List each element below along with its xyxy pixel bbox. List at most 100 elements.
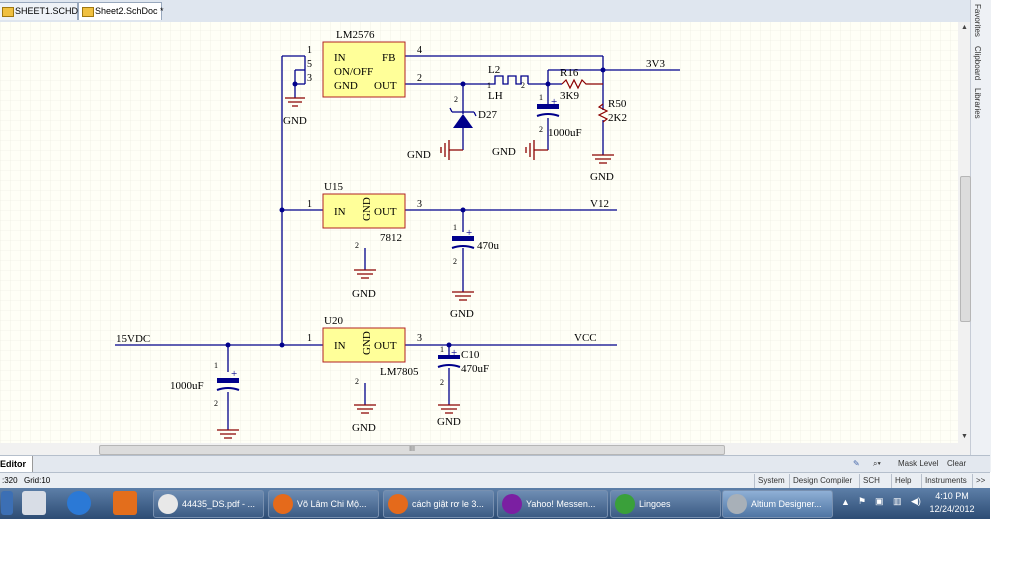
pin-label-gnd: GND — [361, 331, 373, 355]
scroll-down-icon[interactable]: ▼ — [961, 433, 968, 440]
firefox-icon — [273, 494, 293, 514]
component-value: 7812 — [380, 232, 402, 244]
pin-number: 2 — [214, 399, 218, 408]
firefox-icon — [388, 494, 408, 514]
tab-sheet1[interactable]: SHEET1.SCHDOC — [0, 2, 92, 20]
gnd-label: GND — [352, 422, 376, 434]
windows-taskbar: 44435_DS.pdf - ... Võ Lâm Chi Mộ... cách… — [0, 488, 990, 519]
schdoc-icon — [2, 7, 14, 17]
filter-icon[interactable]: ⌕▾ — [873, 458, 881, 470]
libraries-panel-tab[interactable]: Libraries — [973, 88, 982, 119]
pin-label-out: OUT — [374, 80, 397, 92]
pin-number: 1 — [307, 45, 312, 56]
gnd-label: GND — [283, 115, 307, 127]
pin-number: 5 — [307, 59, 312, 70]
clipboard-panel-tab[interactable]: Clipboard — [973, 46, 982, 80]
pin-number: 2 — [417, 73, 422, 84]
scroll-up-icon[interactable]: ▲ — [961, 24, 968, 31]
component-ref: R50 — [608, 98, 627, 110]
design-compiler-button[interactable]: Design Compiler — [789, 474, 852, 488]
internet-explorer-icon[interactable] — [67, 491, 91, 515]
instruments-button[interactable]: Instruments — [921, 474, 967, 488]
lingoes-icon — [615, 494, 635, 514]
pin-number: 1 — [440, 345, 444, 354]
pin-label-in: IN — [334, 52, 346, 64]
gnd-label: GND — [437, 416, 461, 428]
gnd-label: GND — [407, 149, 431, 161]
media-player-icon[interactable] — [113, 491, 137, 515]
gnd-label: GND — [352, 288, 376, 300]
pin-label-out: OUT — [374, 340, 397, 352]
favorites-panel-tab[interactable]: Favorites — [973, 4, 982, 37]
taskbar-app-lingoes[interactable]: Lingoes — [610, 490, 721, 518]
network-icon[interactable]: ▥ — [893, 496, 902, 507]
net-label-vcc: VCC — [574, 332, 597, 344]
net-label-3v3: 3V3 — [646, 58, 665, 70]
component-value: LH — [488, 90, 503, 102]
schdoc-icon — [82, 7, 94, 17]
start-orb-icon[interactable] — [1, 491, 13, 515]
component-ref: R16 — [560, 67, 579, 79]
clear-button[interactable]: Clear — [947, 458, 966, 470]
tab-label: Sheet2.SchDoc * — [95, 6, 164, 16]
status-bar: :320 Grid:10 System Design Compiler SCH … — [0, 472, 990, 489]
pin-number: 2 — [440, 378, 444, 387]
pin-number: 1 — [214, 361, 218, 370]
schematic-sheet[interactable]: IN ON/OFF GND FB OUT LM2576 1 5 3 4 2 L2… — [0, 22, 958, 443]
polarity-plus: + — [551, 96, 557, 108]
polarity-plus: + — [451, 347, 457, 359]
editor-tab[interactable]: Editor — [0, 456, 33, 472]
pin-label-fb: FB — [382, 52, 395, 64]
pin-number: 1 — [307, 199, 312, 210]
system-clock[interactable]: 4:10 PM 12/24/2012 — [925, 490, 979, 516]
component-value: 1000uF — [548, 127, 582, 139]
sch-button[interactable]: SCH — [859, 474, 880, 488]
net-label-v12: V12 — [590, 198, 609, 210]
explorer-icon[interactable] — [22, 491, 46, 515]
tab-sheet2[interactable]: Sheet2.SchDoc * — [78, 2, 164, 20]
taskbar-app-yahoo[interactable]: Yahoo! Messen... — [497, 490, 608, 518]
gnd-label: GND — [450, 308, 474, 320]
pin-label-onoff: ON/OFF — [334, 66, 373, 78]
component-ref: LM2576 — [336, 29, 375, 41]
action-center-flag-icon[interactable]: ⚑ — [858, 496, 866, 507]
gnd-label: GND — [590, 171, 614, 183]
horizontal-scroll-thumb[interactable]: III — [99, 445, 725, 455]
grid-size: Grid:10 — [24, 476, 51, 485]
component-ref: D27 — [478, 109, 497, 121]
system-button[interactable]: System — [754, 474, 785, 488]
pin-number: 1 — [307, 333, 312, 344]
polarity-plus: + — [231, 368, 237, 380]
taskbar-app-pdf[interactable]: 44435_DS.pdf - ... — [153, 490, 264, 518]
component-value: 1000uF — [170, 380, 204, 392]
sheet-grid — [0, 22, 958, 443]
taskbar-app-firefox-2[interactable]: cách giật rơ le 3... — [383, 490, 494, 518]
pin-label-gnd: GND — [334, 80, 358, 92]
pin-number: 3 — [417, 333, 422, 344]
clock-time: 4:10 PM — [935, 491, 969, 501]
component-value: LM7805 — [380, 366, 419, 378]
clock-date: 12/24/2012 — [929, 504, 975, 514]
pin-label-gnd: GND — [361, 197, 373, 221]
pin-number: 2 — [355, 377, 359, 386]
volume-icon[interactable]: ◀) — [911, 496, 921, 507]
component-value: 3K9 — [560, 90, 579, 102]
mask-level-button[interactable]: Mask Level — [898, 458, 938, 470]
help-button[interactable]: Help — [891, 474, 911, 488]
pin-number: 3 — [307, 73, 312, 84]
tray-app-icon[interactable]: ▣ — [875, 496, 884, 507]
pen-icon[interactable]: ✎ — [853, 458, 860, 470]
polarity-plus: + — [466, 227, 472, 239]
pin-label-out: OUT — [374, 206, 397, 218]
component-ref: U20 — [324, 315, 343, 327]
more-button[interactable]: >> — [972, 474, 985, 488]
net-label-15vdc: 15VDC — [116, 333, 150, 345]
gnd-label: GND — [492, 146, 516, 158]
document-tab-bar: SHEET1.SCHDOC Sheet2.SchDoc * — [0, 0, 990, 23]
pin-label-in: IN — [334, 340, 346, 352]
vertical-scroll-thumb[interactable] — [960, 176, 971, 322]
pin-number: 2 — [454, 95, 458, 104]
taskbar-app-firefox-1[interactable]: Võ Lâm Chi Mộ... — [268, 490, 379, 518]
taskbar-app-altium[interactable]: Altium Designer... — [722, 490, 833, 518]
show-hidden-icons-icon[interactable]: ▲ — [841, 497, 850, 507]
